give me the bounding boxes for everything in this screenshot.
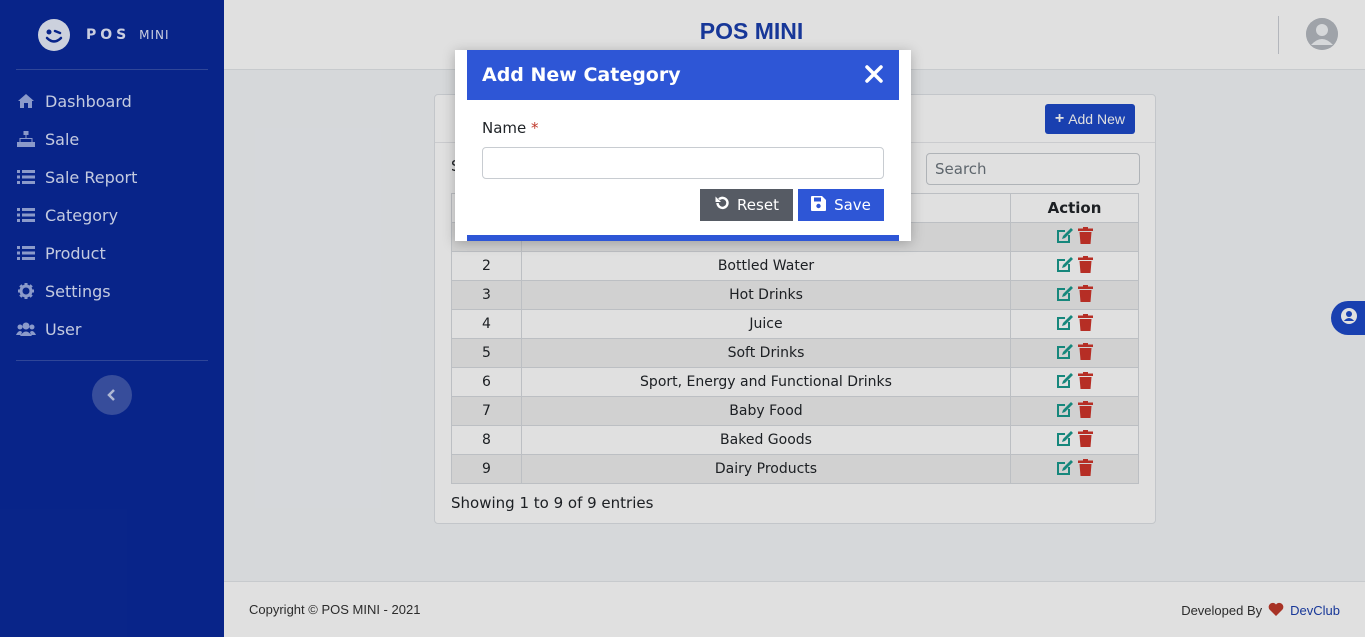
add-category-modal: Add New Category Name * Reset Save (455, 50, 911, 241)
reset-label: Reset (737, 196, 779, 214)
save-label: Save (834, 196, 871, 214)
modal-footer-bar (467, 235, 899, 241)
modal-title: Add New Category (482, 64, 681, 86)
reset-button[interactable]: Reset (700, 189, 793, 221)
name-label: Name * (482, 119, 539, 137)
save-button[interactable]: Save (798, 189, 884, 221)
name-label-text: Name (482, 119, 527, 137)
undo-icon (714, 195, 730, 215)
required-mark: * (531, 119, 539, 137)
close-icon[interactable] (863, 63, 885, 85)
modal-header: Add New Category (467, 50, 899, 100)
category-name-input[interactable] (482, 147, 884, 179)
floppy-disk-icon (811, 195, 827, 215)
